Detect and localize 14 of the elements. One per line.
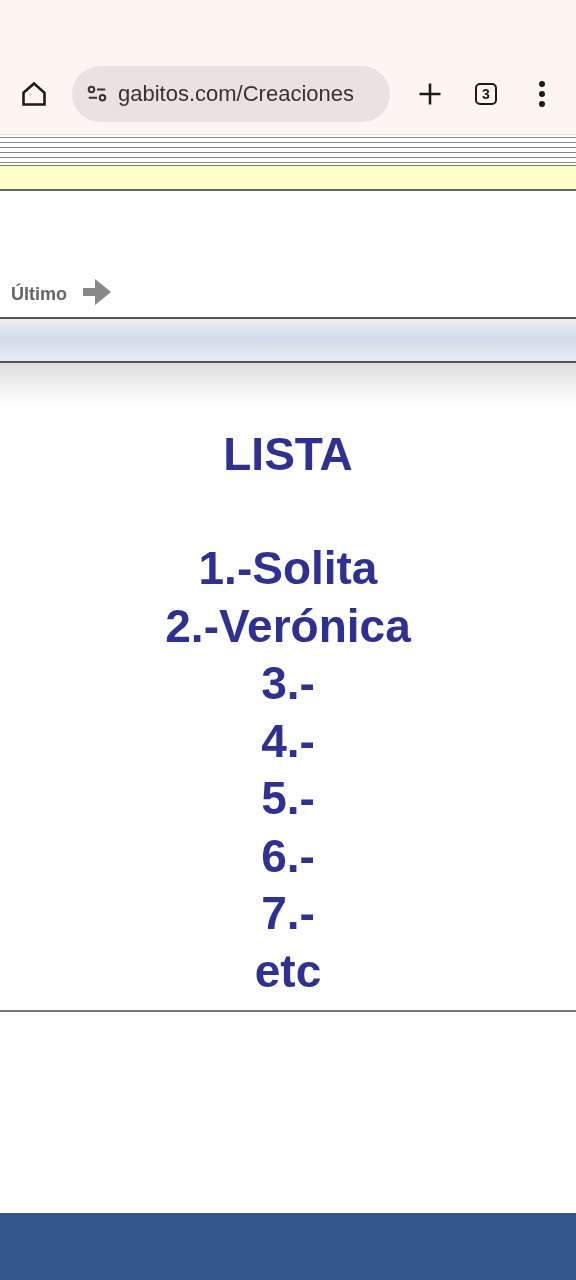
address-bar[interactable]: gabitos.com/Creaciones: [72, 66, 390, 122]
list-item: 4.-: [261, 713, 315, 769]
list-item: 1.-Solita: [198, 541, 378, 596]
list-item: 7.-: [261, 886, 315, 941]
url-text: gabitos.com/Creaciones: [118, 81, 354, 107]
last-link[interactable]: Último: [11, 284, 67, 305]
list-item: 5.-: [261, 771, 315, 826]
list-item: etc: [254, 943, 322, 999]
list-title: LISTA: [223, 427, 353, 482]
list-item: 2.-Verónica: [165, 598, 411, 654]
list-item: 3.-: [261, 656, 315, 711]
list-item: 6.-: [261, 828, 315, 884]
arrow-right-icon[interactable]: [83, 279, 111, 305]
tab-count[interactable]: 3: [475, 83, 497, 105]
